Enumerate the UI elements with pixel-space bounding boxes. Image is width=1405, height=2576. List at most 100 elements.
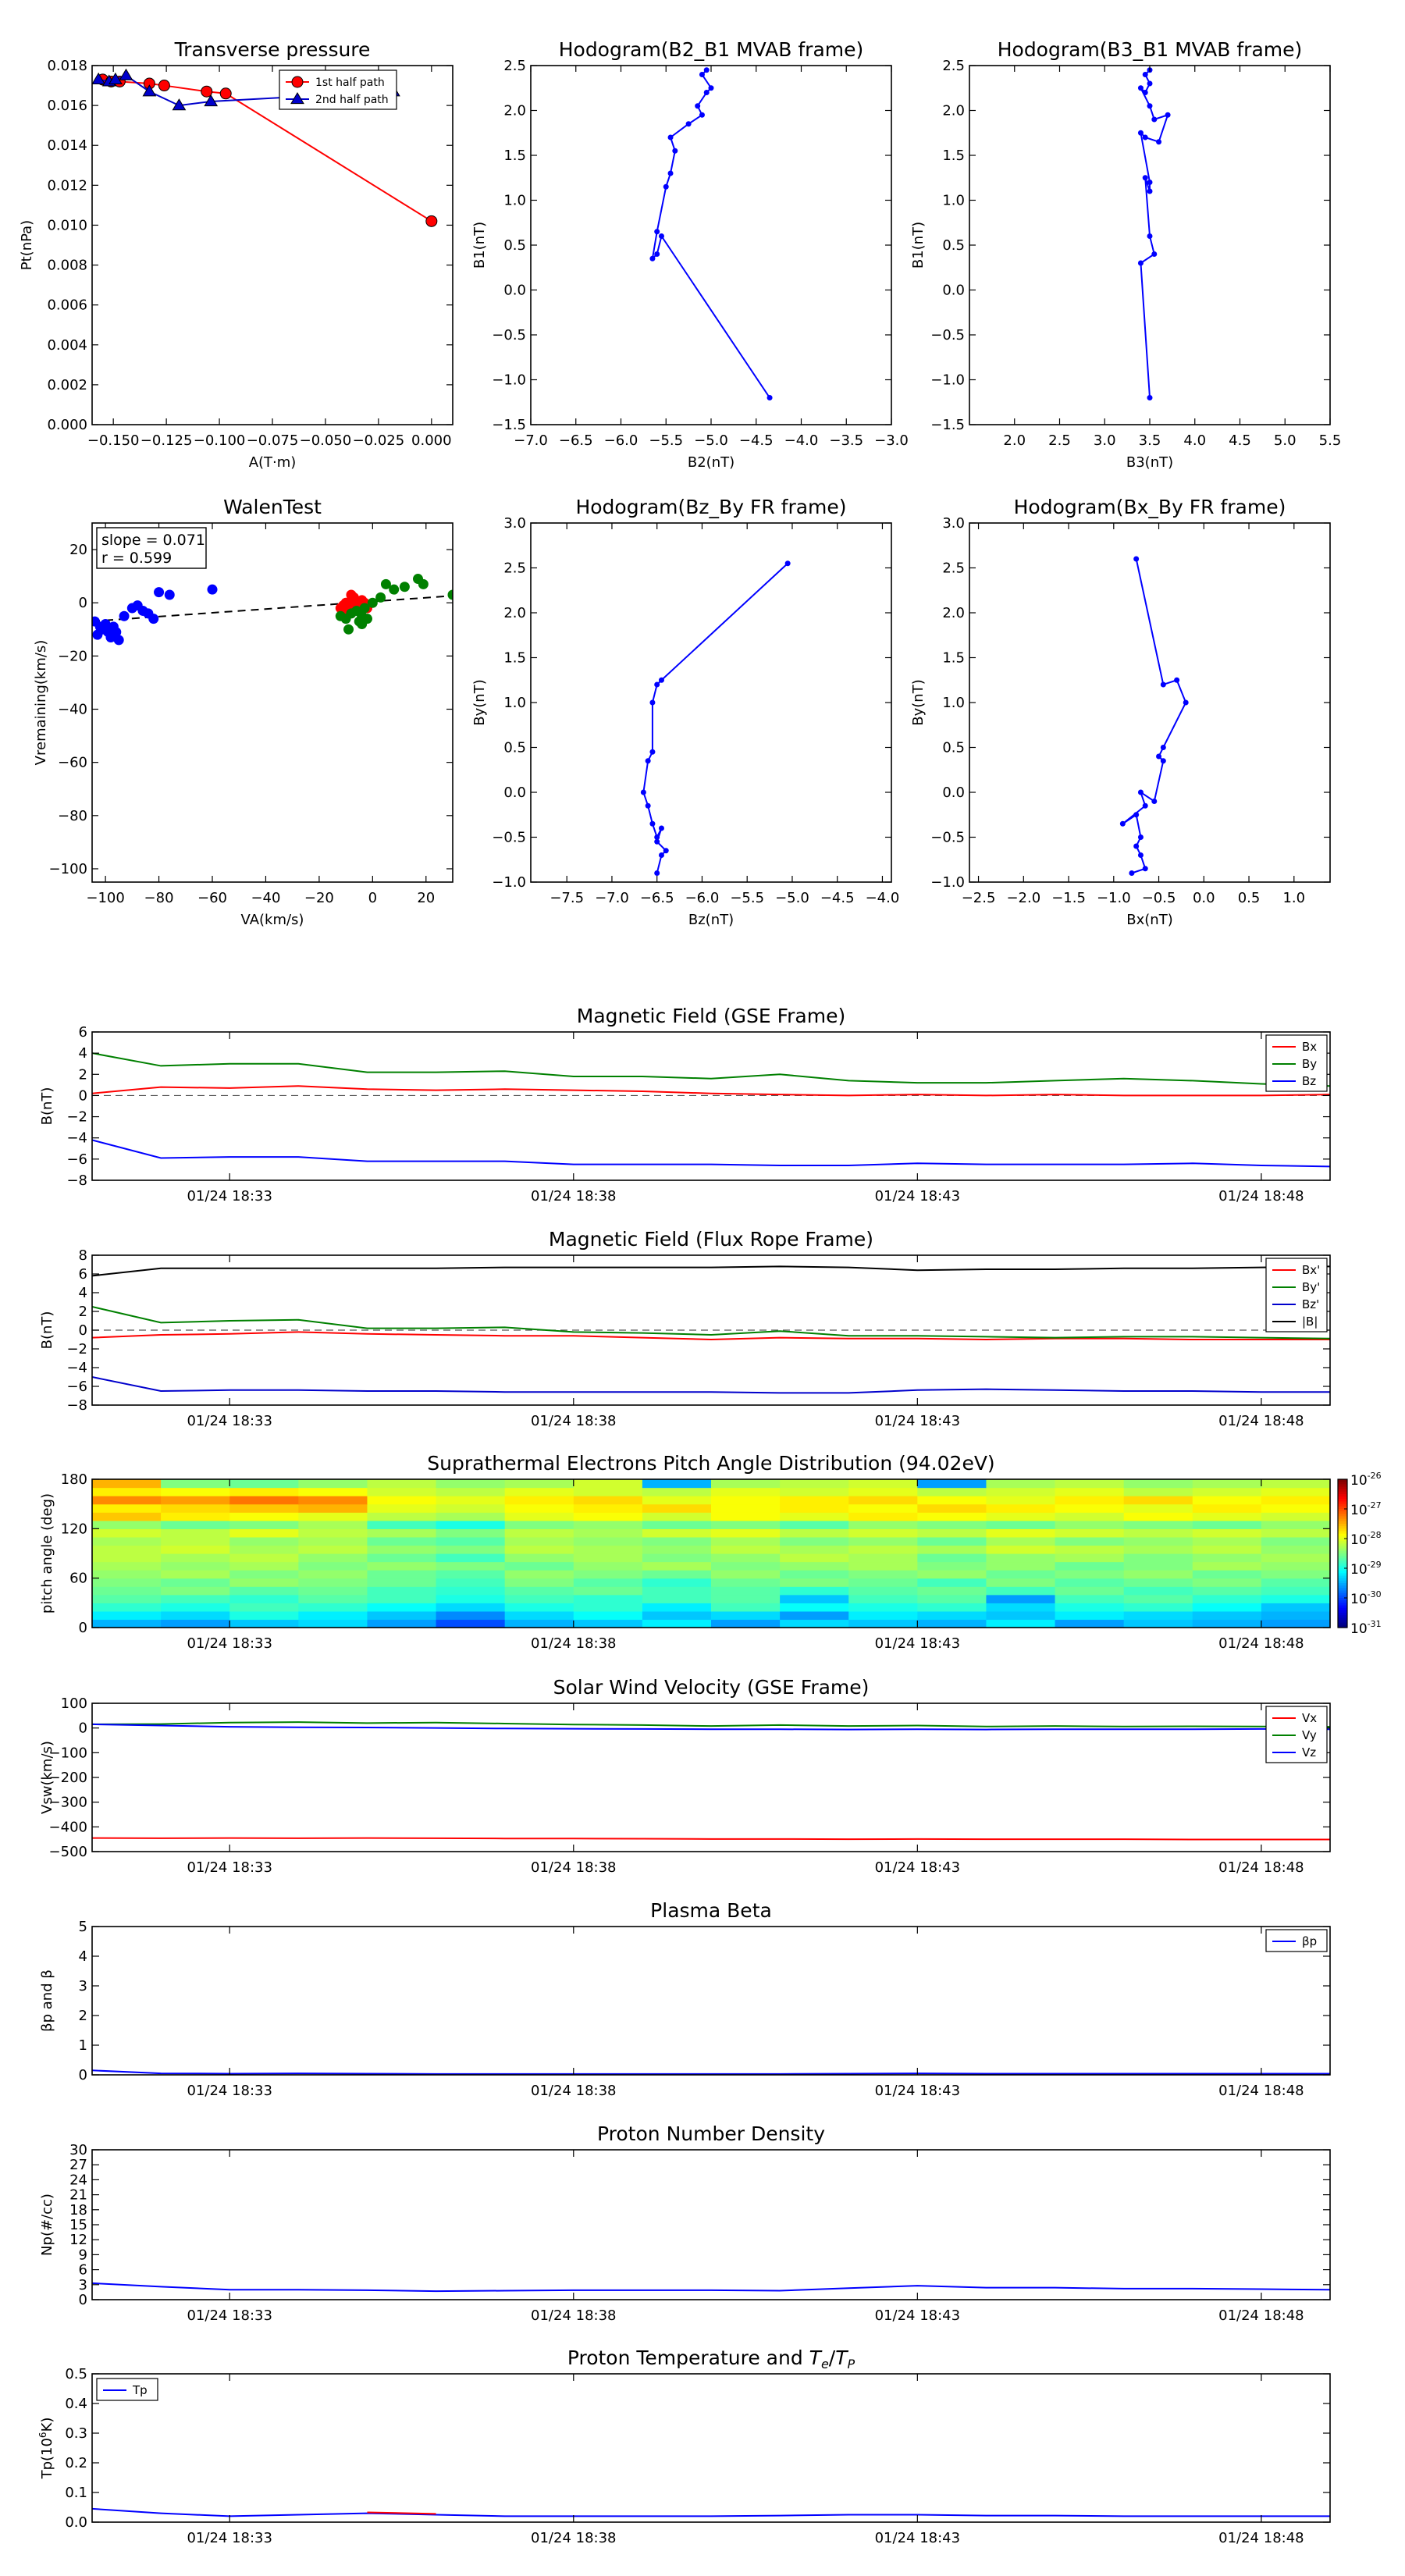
heatmap-cell xyxy=(573,1512,643,1521)
chart-title: Magnetic Field (GSE Frame) xyxy=(577,1005,845,1027)
heatmap-cell xyxy=(161,1570,230,1579)
heatmap-cell xyxy=(1123,1619,1193,1628)
heatmap-cell xyxy=(1055,1528,1125,1538)
data-point xyxy=(649,820,656,827)
data-point xyxy=(667,170,674,176)
heatmap-cell xyxy=(1123,1561,1193,1571)
heatmap-cell xyxy=(848,1487,918,1496)
heatmap-cell xyxy=(1261,1528,1331,1538)
heatmap-cell xyxy=(1123,1512,1193,1521)
heatmap-cell xyxy=(92,1512,162,1521)
heatmap-cell xyxy=(229,1520,299,1529)
heatmap-cell xyxy=(1192,1594,1262,1603)
y-tick-label: 2.5 xyxy=(942,58,965,74)
heatmap-cell xyxy=(298,1578,368,1587)
heatmap-cell xyxy=(1192,1512,1262,1521)
y-tick-label: 3 xyxy=(79,2277,87,2293)
heatmap-cell xyxy=(1261,1619,1331,1628)
heatmap-cell xyxy=(367,1520,437,1529)
heatmap-cell xyxy=(1055,1553,1125,1563)
heatmap-cell xyxy=(1192,1561,1262,1571)
y-tick-label: 6 xyxy=(79,1266,87,1283)
heatmap-cell xyxy=(504,1578,574,1587)
heatmap-cell xyxy=(436,1545,506,1554)
data-point xyxy=(1142,175,1148,181)
heatmap-cell xyxy=(436,1578,506,1587)
x-tick-label: 20 xyxy=(417,890,435,906)
heatmap-cell xyxy=(229,1586,299,1596)
heatmap-cell xyxy=(161,1536,230,1546)
heatmap-cell xyxy=(161,1479,230,1489)
heatmap-cell xyxy=(504,1594,574,1603)
data-point xyxy=(645,802,651,809)
heatmap-cell xyxy=(986,1553,1056,1563)
heatmap-cell xyxy=(711,1553,781,1563)
heatmap-cell xyxy=(436,1553,506,1563)
heatmap-cell xyxy=(1055,1578,1125,1587)
heatmap-cell xyxy=(229,1479,299,1489)
heatmap-cell xyxy=(1192,1479,1262,1489)
heatmap-cell xyxy=(917,1610,987,1621)
heatmap-cell xyxy=(298,1619,368,1628)
legend-label: Tp xyxy=(132,2383,148,2397)
heatmap-cell xyxy=(1192,1570,1262,1579)
heatmap-cell xyxy=(298,1512,368,1521)
y-tick-label: −0.5 xyxy=(492,830,526,846)
y-axis-label: Tp(106K) xyxy=(37,2418,55,2480)
heatmap-cell xyxy=(711,1487,781,1496)
heatmap-cell xyxy=(573,1520,643,1529)
heatmap-cell xyxy=(1123,1545,1193,1554)
heatmap-cell xyxy=(1261,1610,1331,1621)
heatmap-cell xyxy=(92,1570,162,1579)
y-tick-label: 1.0 xyxy=(503,193,526,209)
heatmap-cell xyxy=(848,1619,918,1628)
heatmap-cell xyxy=(780,1610,849,1621)
y-tick-label: 9 xyxy=(79,2247,87,2263)
heatmap-cell xyxy=(367,1578,437,1587)
data-point xyxy=(389,584,400,595)
heatmap-cell xyxy=(504,1570,574,1579)
heatmap-cell xyxy=(92,1503,162,1513)
chart-title: Magnetic Field (Flux Rope Frame) xyxy=(549,1228,873,1251)
x-tick-label: 0.0 xyxy=(1193,890,1215,906)
heatmap-cell xyxy=(1123,1578,1193,1587)
heatmap-cell xyxy=(986,1545,1056,1554)
legend-label: Bz xyxy=(1302,1074,1316,1088)
data-point xyxy=(699,112,705,118)
y-tick-label: 0.1 xyxy=(65,2485,87,2501)
heatmap-cell xyxy=(161,1496,230,1505)
y-tick-label: 0.0 xyxy=(65,2514,87,2531)
heatmap-cell xyxy=(229,1528,299,1538)
y-tick-label: 1.5 xyxy=(942,650,965,667)
y-tick-label: −1.0 xyxy=(930,372,965,389)
heatmap-cell xyxy=(848,1578,918,1587)
colorbar-tick-base: 10 xyxy=(1350,1503,1368,1518)
y-axis-label-end: K) xyxy=(39,2418,55,2432)
heatmap-cell xyxy=(367,1619,437,1628)
x-tick-label: 01/24 18:43 xyxy=(875,2083,960,2099)
heatmap-cell xyxy=(848,1570,918,1579)
y-tick-label: 2 xyxy=(79,2008,87,2024)
data-point xyxy=(685,121,692,127)
heatmap-cell xyxy=(367,1553,437,1563)
heatmap-cell xyxy=(1055,1512,1125,1521)
y-tick-label: 0.0 xyxy=(503,283,526,299)
data-point xyxy=(654,870,660,876)
heatmap-cell xyxy=(1055,1487,1125,1496)
heatmap-cell xyxy=(573,1586,643,1596)
data-point xyxy=(1156,139,1162,145)
data-point xyxy=(207,584,218,595)
heatmap-cell xyxy=(436,1586,506,1596)
heatmap-cell xyxy=(917,1545,987,1554)
y-tick-label: −0.5 xyxy=(492,327,526,343)
title-text: Proton Temperature and xyxy=(567,2347,809,2369)
y-tick-label: 1.5 xyxy=(503,650,526,667)
heatmap-cell xyxy=(1261,1520,1331,1529)
data-point xyxy=(1142,134,1148,141)
y-tick-label: 2.5 xyxy=(503,560,526,577)
heatmap-cell xyxy=(1192,1603,1262,1612)
data-point xyxy=(1137,130,1144,136)
heatmap-cell xyxy=(780,1586,849,1596)
heatmap-cell xyxy=(436,1610,506,1621)
heatmap-cell xyxy=(711,1619,781,1628)
